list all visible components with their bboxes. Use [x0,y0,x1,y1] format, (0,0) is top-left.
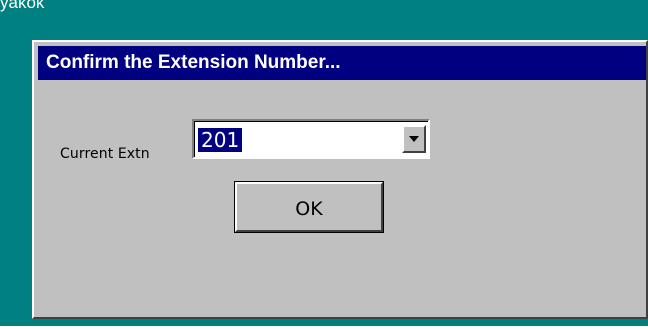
confirm-extension-dialog: Confirm the Extension Number... Current … [32,40,648,319]
ok-button[interactable]: OK [234,181,384,233]
extension-value[interactable]: 201 [198,128,243,152]
extension-combobox[interactable]: 201 [192,119,430,159]
dialog-title: Confirm the Extension Number... [46,52,341,73]
background-window-title: yakok [0,0,45,12]
desktop: yakok Confirm the Extension Number... Cu… [0,0,648,329]
chevron-down-icon [409,136,419,142]
dialog-titlebar[interactable]: Confirm the Extension Number... [38,46,646,80]
dropdown-button[interactable] [402,125,426,153]
extension-combobox-field: 201 [194,121,428,157]
current-extn-label: Current Extn [60,146,150,162]
ok-button-label: OK [295,198,323,220]
ok-button-face: OK [235,182,383,232]
